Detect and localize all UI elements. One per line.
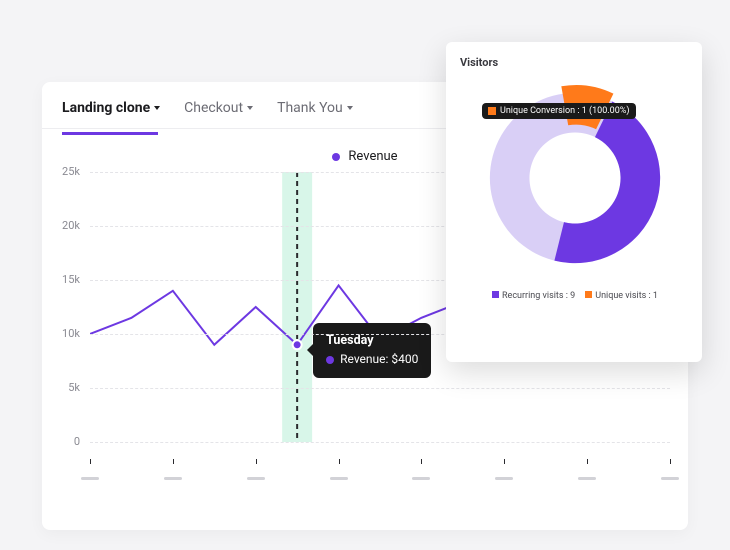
visitors-title: Visitors: [460, 56, 690, 69]
donut-legend: Recurring visits : 9 Unique visits : 1: [460, 291, 690, 301]
line-tooltip: Tuesday Revenue: $400: [313, 323, 431, 378]
gridline: [90, 388, 670, 389]
y-axis-label: 15k: [50, 273, 80, 286]
tab-checkout[interactable]: Checkout: [184, 100, 253, 116]
x-dash: [164, 477, 182, 480]
donut-tooltip-text: Unique Conversion : 1 (100.00%): [500, 106, 630, 116]
donut-legend-item-recurring: Recurring visits : 9: [492, 291, 575, 301]
x-tick: [421, 459, 422, 464]
gridline: [90, 442, 670, 443]
x-tick: [587, 459, 588, 464]
x-dash: [412, 477, 430, 480]
legend-dot-icon: [332, 153, 340, 161]
tab-label: Thank You: [277, 100, 343, 116]
tooltip-series-label: Revenue: $400: [340, 351, 418, 368]
donut-legend-item-unique: Unique visits : 1: [585, 291, 658, 301]
x-tick: [90, 459, 91, 464]
x-dash: [81, 477, 99, 480]
tab-label: Checkout: [184, 100, 243, 116]
tab-thank-you[interactable]: Thank You: [277, 100, 353, 116]
x-tick: [504, 459, 505, 464]
donut-chart[interactable]: Unique Conversion : 1 (100.00%): [460, 79, 690, 277]
x-dash: [247, 477, 265, 480]
x-dash: [661, 477, 679, 480]
chevron-down-icon: [347, 106, 353, 110]
y-axis-label: 5k: [50, 381, 80, 394]
y-axis-label: 25k: [50, 165, 80, 178]
tooltip-dot-icon: [326, 356, 334, 364]
y-axis-label: 20k: [50, 219, 80, 232]
active-tab-indicator: [62, 132, 158, 135]
chevron-down-icon: [247, 106, 253, 110]
tab-landing-clone[interactable]: Landing clone: [62, 100, 160, 116]
x-tick: [256, 459, 257, 464]
tab-label: Landing clone: [62, 100, 150, 116]
legend-label: Revenue: [348, 149, 397, 164]
y-axis-label: 0: [50, 435, 80, 448]
legend-swatch-icon: [585, 291, 592, 298]
tooltip-swatch-icon: [488, 107, 496, 115]
legend-swatch-icon: [492, 291, 499, 298]
x-tick: [339, 459, 340, 464]
x-dash: [578, 477, 596, 480]
x-dash: [495, 477, 513, 480]
visitors-card: Visitors Unique Conversion : 1 (100.00%)…: [446, 42, 702, 362]
x-tick: [173, 459, 174, 464]
donut-tooltip: Unique Conversion : 1 (100.00%): [482, 103, 636, 119]
x-dash: [330, 477, 348, 480]
chevron-down-icon: [154, 106, 160, 110]
y-axis-label: 10k: [50, 327, 80, 340]
x-tick: [670, 459, 671, 464]
